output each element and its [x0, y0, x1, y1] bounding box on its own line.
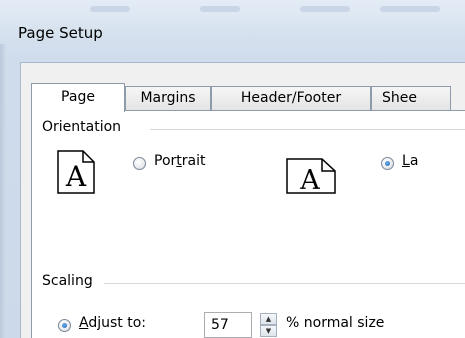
orientation-group-label: Orientation [42, 119, 128, 135]
portrait-radio[interactable] [133, 157, 146, 170]
tab-label: Margins [140, 90, 196, 106]
landscape-radio-label[interactable]: La [402, 153, 418, 169]
page-tab-panel: Orientation A Portrait A La Scaling Adju… [31, 110, 465, 338]
tab-label: Header/Footer [240, 90, 342, 106]
titlebar-reflection [380, 6, 440, 12]
titlebar-reflection [90, 6, 130, 12]
tab-strip: Page Margins Header/Footer Shee [31, 83, 465, 112]
landscape-page-icon: A [286, 158, 336, 194]
landscape-label-post: a [409, 153, 419, 169]
spin-up-button[interactable]: ▲ [260, 313, 277, 325]
dialog-client-area: Page Margins Header/Footer Shee Orientat… [20, 62, 465, 338]
tab-margins[interactable]: Margins [125, 86, 211, 111]
tab-label: Page [61, 89, 95, 105]
spin-down-button[interactable]: ▼ [260, 325, 277, 337]
radio-selected-dot [385, 161, 390, 166]
page-setup-dialog: Page Setup Page Margins Header/Footer Sh… [0, 0, 465, 338]
adjust-to-label[interactable]: Adjust to: [79, 315, 146, 331]
tab-page[interactable]: Page [31, 83, 125, 112]
title-bar[interactable]: Page Setup [0, 0, 465, 44]
portrait-glyph: A [65, 160, 87, 193]
adjust-label-post: djust to: [88, 315, 146, 331]
scaling-group-line [104, 283, 465, 284]
adjust-label-accel: A [79, 315, 89, 331]
tab-sheet[interactable]: Shee [371, 86, 451, 111]
adjust-to-radio[interactable] [58, 319, 71, 332]
portrait-label-pre: Por [154, 153, 177, 169]
titlebar-reflection [300, 6, 350, 12]
orientation-group-line [150, 129, 465, 130]
scale-percent-input[interactable]: 57 [204, 312, 252, 338]
tab-label: Shee [382, 90, 417, 106]
radio-selected-dot [62, 323, 67, 328]
normal-size-label: % normal size [286, 315, 385, 331]
landscape-glyph: A [299, 165, 320, 194]
titlebar-reflection [200, 6, 240, 12]
portrait-label-post: rait [181, 153, 206, 169]
window-title: Page Setup [18, 24, 103, 42]
portrait-radio-label[interactable]: Portrait [154, 153, 205, 169]
landscape-label-accel: L [402, 153, 410, 169]
portrait-page-icon: A [57, 150, 95, 194]
scaling-group-label: Scaling [42, 273, 99, 289]
landscape-radio[interactable] [381, 157, 394, 170]
window-frame-edge [0, 44, 6, 338]
tab-header-footer[interactable]: Header/Footer [211, 86, 371, 111]
